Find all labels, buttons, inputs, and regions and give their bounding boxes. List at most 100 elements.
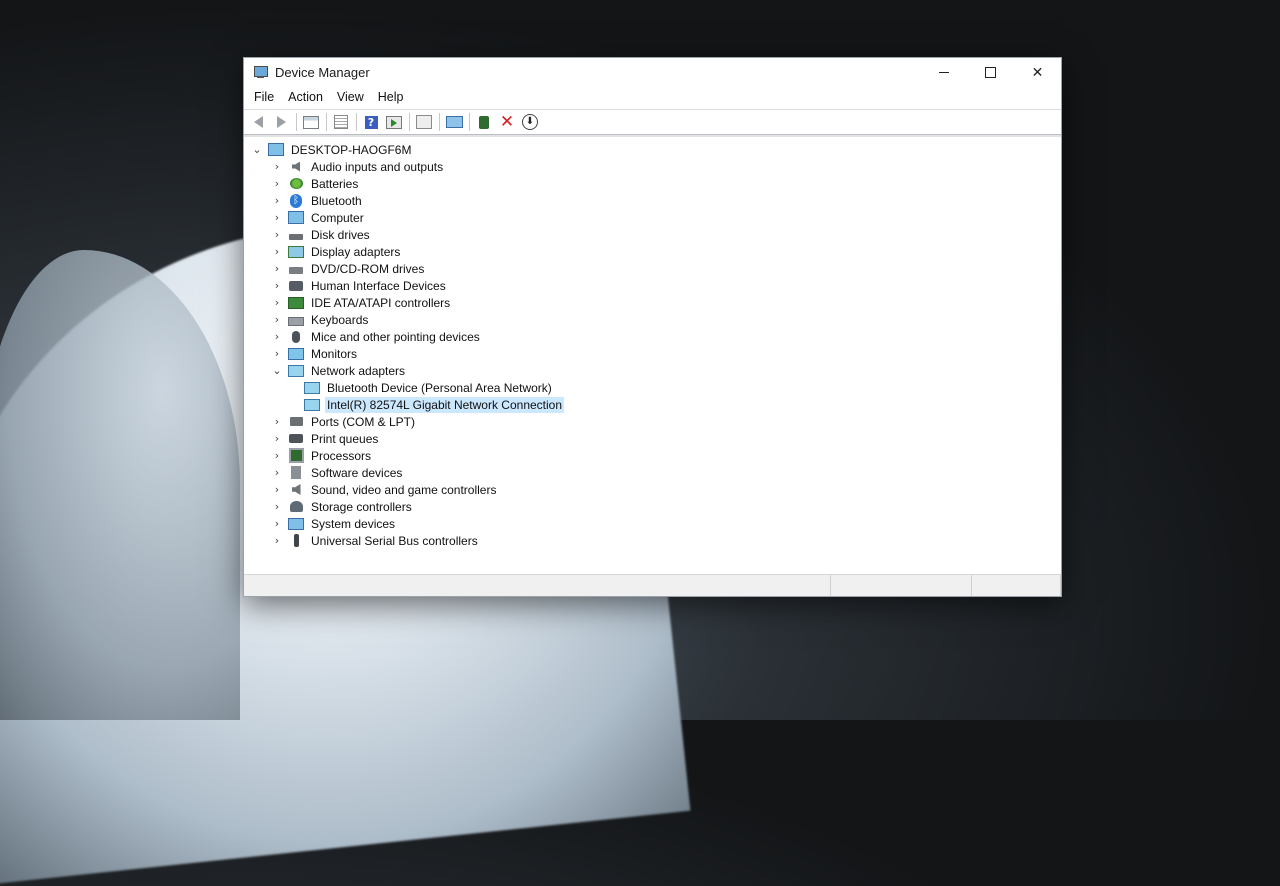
- chevron-right-icon[interactable]: ›: [270, 449, 284, 462]
- tree-device[interactable]: Bluetooth Device (Personal Area Network): [244, 379, 1061, 396]
- menu-file[interactable]: File: [247, 90, 281, 104]
- chevron-right-icon[interactable]: ›: [270, 228, 284, 241]
- chevron-right-icon[interactable]: ›: [270, 313, 284, 326]
- help-button[interactable]: ?: [361, 113, 381, 131]
- menu-bar: File Action View Help: [244, 87, 1061, 107]
- close-button[interactable]: ✕: [1014, 58, 1061, 86]
- ide-controller-icon: [288, 296, 304, 310]
- chevron-right-icon[interactable]: ›: [270, 347, 284, 360]
- bluetooth-icon: ᛒ: [288, 193, 304, 208]
- run-button[interactable]: [384, 113, 404, 131]
- maximize-button[interactable]: [967, 58, 1014, 86]
- tree-category[interactable]: › Software devices: [244, 464, 1061, 481]
- window-title: Device Manager: [275, 64, 370, 80]
- disable-device-button[interactable]: ⬇: [520, 113, 540, 131]
- device-tree: ⌄ DESKTOP-HAOGF6M › Audio inputs and outp…: [244, 137, 1061, 549]
- toolbar: ? ✕ ⬇: [244, 110, 1061, 135]
- scan-hardware-button[interactable]: [414, 113, 434, 131]
- tree-category[interactable]: › ᛒ Bluetooth: [244, 192, 1061, 209]
- hid-icon: [288, 279, 304, 293]
- minimize-icon: [938, 71, 949, 73]
- forward-button[interactable]: [271, 113, 291, 131]
- category-label: Sound, video and game controllers: [311, 482, 497, 497]
- tree-category[interactable]: › System devices: [244, 515, 1061, 532]
- chevron-right-icon[interactable]: ›: [270, 194, 284, 207]
- chevron-down-icon[interactable]: ⌄: [250, 143, 264, 156]
- update-driver-button[interactable]: [474, 113, 494, 131]
- tree-category[interactable]: › Disk drives: [244, 226, 1061, 243]
- chevron-right-icon[interactable]: ›: [270, 483, 284, 496]
- chevron-right-icon[interactable]: ›: [270, 432, 284, 445]
- uninstall-device-button[interactable]: ✕: [497, 113, 517, 131]
- display-adapter-icon: [288, 245, 304, 259]
- menu-view[interactable]: View: [330, 90, 371, 104]
- chevron-right-icon[interactable]: ›: [270, 330, 284, 343]
- speaker-icon: [288, 160, 304, 174]
- storage-controller-icon: [288, 500, 304, 514]
- menu-action[interactable]: Action: [281, 90, 330, 104]
- computer-icon: [268, 143, 284, 157]
- arrow-left-icon: [253, 116, 263, 128]
- chevron-right-icon[interactable]: ›: [270, 262, 284, 275]
- minimize-button[interactable]: [920, 58, 967, 86]
- arrow-right-icon: [276, 116, 286, 128]
- tree-category[interactable]: › Mice and other pointing devices: [244, 328, 1061, 345]
- tree-category[interactable]: › Sound, video and game controllers: [244, 481, 1061, 498]
- category-label: DVD/CD-ROM drives: [311, 261, 425, 276]
- uninstall-icon: ✕: [499, 112, 515, 132]
- tree-category[interactable]: › Display adapters: [244, 243, 1061, 260]
- category-list: › Audio inputs and outputs › Batteries › ᛒ Blu…: [244, 158, 1061, 549]
- title-bar[interactable]: Device Manager ✕: [244, 58, 1061, 86]
- download-icon: ⬇: [522, 114, 538, 130]
- chevron-down-icon[interactable]: ⌄: [270, 364, 284, 377]
- monitor-icon: [445, 116, 463, 128]
- device-tree-pane: ⌄ DESKTOP-HAOGF6M › Audio inputs and outp…: [244, 135, 1061, 574]
- properties-icon: [334, 115, 348, 129]
- chevron-right-icon[interactable]: ›: [270, 415, 284, 428]
- toolbar-separator: [409, 113, 410, 131]
- software-device-icon: [288, 466, 304, 480]
- dvd-drive-icon: [288, 262, 304, 276]
- tree-category[interactable]: › DVD/CD-ROM drives: [244, 260, 1061, 277]
- device-label: Intel(R) 82574L Gigabit Network Connecti…: [325, 396, 565, 413]
- chevron-right-icon[interactable]: ›: [270, 245, 284, 258]
- category-label: Processors: [311, 448, 372, 463]
- printer-icon: [288, 432, 304, 446]
- monitor-icon: [288, 347, 304, 361]
- computer-icon: [288, 211, 304, 225]
- chevron-right-icon[interactable]: ›: [270, 296, 284, 309]
- chevron-right-icon[interactable]: ›: [270, 279, 284, 292]
- tree-category[interactable]: › Processors: [244, 447, 1061, 464]
- tree-category[interactable]: › Audio inputs and outputs: [244, 158, 1061, 175]
- properties-button[interactable]: [331, 113, 351, 131]
- tree-category[interactable]: › Print queues: [244, 430, 1061, 447]
- show-hide-tree-button[interactable]: [301, 113, 321, 131]
- network-adapter-icon: [304, 398, 320, 412]
- tree-category[interactable]: › Keyboards: [244, 311, 1061, 328]
- chevron-right-icon[interactable]: ›: [270, 500, 284, 513]
- device-manager-window: Device Manager ✕ File Action View Help ?…: [243, 57, 1062, 597]
- tree-category[interactable]: › Computer: [244, 209, 1061, 226]
- chevron-right-icon[interactable]: ›: [270, 466, 284, 479]
- computer-button[interactable]: [444, 113, 464, 131]
- tree-category[interactable]: › Storage controllers: [244, 498, 1061, 515]
- chevron-right-icon[interactable]: ›: [270, 534, 284, 547]
- chevron-right-icon[interactable]: ›: [270, 177, 284, 190]
- chevron-right-icon[interactable]: ›: [270, 211, 284, 224]
- tree-category[interactable]: › IDE ATA/ATAPI controllers: [244, 294, 1061, 311]
- status-bar: [244, 574, 1061, 596]
- tree-category[interactable]: › Human Interface Devices: [244, 277, 1061, 294]
- back-button[interactable]: [248, 113, 268, 131]
- chevron-right-icon[interactable]: ›: [270, 160, 284, 173]
- menu-help[interactable]: Help: [371, 90, 411, 104]
- tree-category[interactable]: › Batteries: [244, 175, 1061, 192]
- chevron-right-icon[interactable]: ›: [270, 517, 284, 530]
- tree-root[interactable]: ⌄ DESKTOP-HAOGF6M: [244, 141, 1061, 158]
- tree-device[interactable]: Intel(R) 82574L Gigabit Network Connecti…: [244, 396, 1061, 413]
- tree-category[interactable]: › Universal Serial Bus controllers: [244, 532, 1061, 549]
- help-icon: ?: [364, 115, 378, 129]
- tree-category[interactable]: › Monitors: [244, 345, 1061, 362]
- tree-category[interactable]: › Ports (COM & LPT): [244, 413, 1061, 430]
- tree-category[interactable]: ⌄ Network adapters: [244, 362, 1061, 379]
- category-label: Computer: [311, 210, 364, 225]
